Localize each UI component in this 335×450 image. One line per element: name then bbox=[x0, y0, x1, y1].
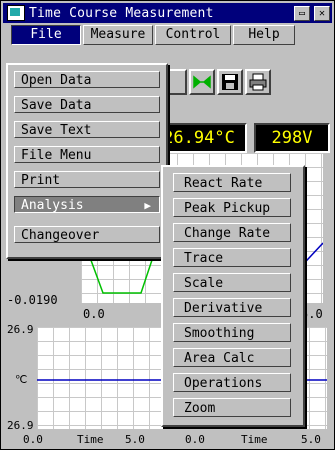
menu-item-save-data[interactable]: Save Data bbox=[14, 96, 160, 113]
top-plot-x-left-label: 0.0 bbox=[83, 307, 105, 321]
menu-control[interactable]: Control bbox=[155, 25, 231, 45]
submenu-area-calc[interactable]: Area Calc bbox=[173, 348, 291, 367]
bottom-x-tick-0: 0.0 bbox=[23, 433, 43, 446]
title-bar[interactable]: Time Course Measurement ▭ ✕ bbox=[3, 3, 332, 23]
analysis-submenu: React Rate Peak Pickup Change Rate Trace… bbox=[161, 165, 305, 427]
submenu-change-rate[interactable]: Change Rate bbox=[173, 223, 291, 242]
bottom-x-tick-time-1: Time bbox=[77, 433, 104, 446]
menu-measure[interactable]: Measure bbox=[83, 25, 153, 45]
app-window: Time Course Measurement ▭ ✕ File Measure… bbox=[0, 0, 335, 450]
close-icon[interactable]: ✕ bbox=[314, 6, 330, 21]
menu-item-open-data[interactable]: Open Data bbox=[14, 71, 160, 88]
bottom-x-tick-2: 5.0 bbox=[125, 433, 145, 446]
voltage-readout: 298V bbox=[254, 123, 330, 153]
submenu-arrow-icon: ▶ bbox=[144, 199, 151, 212]
menu-item-save-text[interactable]: Save Text bbox=[14, 121, 160, 138]
menu-bar: File Measure Control Help bbox=[3, 24, 332, 46]
bottom-x-tick-3: 0.0 bbox=[185, 433, 205, 446]
submenu-scale[interactable]: Scale bbox=[173, 273, 291, 292]
menu-file[interactable]: File bbox=[11, 25, 81, 45]
menu-item-analysis[interactable]: Analysis ▶ bbox=[14, 196, 160, 213]
submenu-react-rate[interactable]: React Rate bbox=[173, 173, 291, 192]
bottom-x-tick-time-4: Time bbox=[241, 433, 268, 446]
menu-item-print[interactable]: Print bbox=[14, 171, 160, 188]
menu-item-file-menu[interactable]: File Menu bbox=[14, 146, 160, 163]
app-icon[interactable] bbox=[7, 5, 25, 21]
submenu-peak-pickup[interactable]: Peak Pickup bbox=[173, 198, 291, 217]
submenu-smoothing[interactable]: Smoothing bbox=[173, 323, 291, 342]
submenu-trace[interactable]: Trace bbox=[173, 248, 291, 267]
cursor-tool-icon[interactable] bbox=[189, 69, 215, 95]
bottom-x-tick-5: 5.0 bbox=[301, 433, 321, 446]
window-title: Time Course Measurement bbox=[29, 6, 214, 21]
submenu-derivative[interactable]: Derivative bbox=[173, 298, 291, 317]
restore-icon[interactable]: ▭ bbox=[294, 6, 310, 21]
bottom-plot-ymax-label: 26.9 bbox=[7, 323, 34, 336]
menu-help[interactable]: Help bbox=[233, 25, 295, 45]
top-plot-ymin-label: -0.0190 bbox=[7, 293, 58, 307]
menu-item-changeover[interactable]: Changeover bbox=[14, 226, 160, 243]
floppy-disk-icon[interactable] bbox=[217, 69, 243, 95]
file-menu-dropdown: Open Data Save Data Save Text File Menu … bbox=[6, 63, 168, 259]
bottom-plot-unit-label: ℃ bbox=[15, 373, 28, 386]
submenu-operations[interactable]: Operations bbox=[173, 373, 291, 392]
printer-icon[interactable] bbox=[245, 69, 271, 95]
submenu-zoom[interactable]: Zoom bbox=[173, 398, 291, 417]
bottom-plot-ymin-label: 26.9 bbox=[7, 419, 34, 432]
menu-item-analysis-label: Analysis bbox=[21, 198, 84, 213]
